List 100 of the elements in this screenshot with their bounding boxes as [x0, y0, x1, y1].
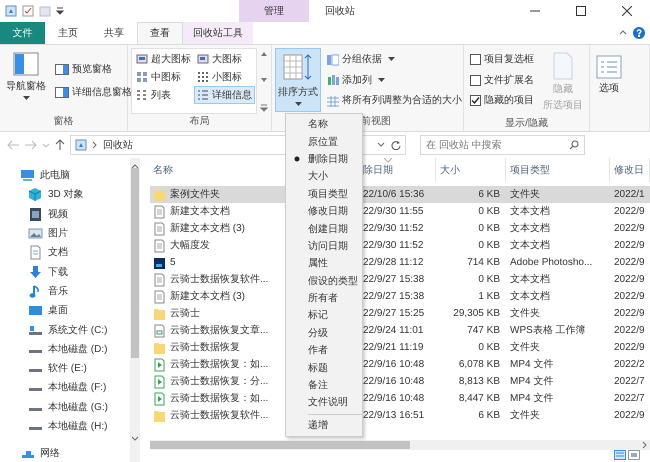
details-icon [197, 89, 209, 101]
refresh-icon[interactable] [391, 140, 401, 150]
close-icon[interactable] [622, 6, 632, 16]
column-header[interactable]: 大小 [436, 158, 506, 182]
nav-item[interactable]: 软件 (E:) [0, 358, 87, 378]
ribbon-tab[interactable]: 查看 [137, 22, 183, 44]
view-command-button[interactable]: 将所有列调整为合适的大小 [324, 92, 465, 110]
nav-item[interactable]: 桌面 [0, 301, 68, 320]
large-icons-view-icon[interactable] [628, 450, 640, 460]
ribbon-tab[interactable]: 回收站工具 [183, 22, 253, 44]
menu-item[interactable]: 文件说明 [286, 394, 362, 412]
menu-item[interactable]: 名称 [286, 116, 362, 134]
checkbox[interactable] [470, 95, 481, 106]
details-view-icon[interactable] [614, 450, 626, 460]
layout-option[interactable]: 中图标 [133, 68, 194, 86]
file-name: 云骑士数据恢复 [170, 340, 240, 355]
view-command-button[interactable]: 添加列 [324, 71, 388, 89]
file-name-cell[interactable]: 云骑士数据恢复：分... [150, 373, 283, 390]
file-name-cell[interactable]: 云骑士数据恢复文章... [150, 322, 283, 339]
layout-option[interactable]: 列表 [133, 86, 194, 104]
nav-item[interactable]: 视频 [0, 204, 68, 224]
nav-item[interactable]: 下载 [0, 262, 68, 282]
options-button[interactable]: 选项 [593, 48, 625, 114]
menu-item[interactable]: 原位置 [286, 133, 362, 151]
column-header[interactable]: 修改日 [610, 158, 650, 182]
scroll-down-icon[interactable] [260, 77, 268, 83]
horizontal-scrollbar[interactable] [150, 440, 650, 450]
file-name-cell[interactable]: 新建文本文档 [150, 203, 283, 220]
vertical-scrollbar[interactable] [130, 158, 140, 462]
ribbon-tab[interactable]: 文件 [0, 22, 45, 44]
nav-item[interactable]: 系统文件 (C:) [0, 320, 108, 340]
menu-item[interactable]: 修改日期 [286, 202, 362, 220]
drive-icon [29, 350, 42, 353]
context-tab-group-label: 管理 [264, 4, 284, 18]
view-command-button[interactable]: 分组依据 [324, 50, 398, 68]
menu-item[interactable]: 访问日期 [286, 238, 362, 256]
file-name-cell[interactable]: 新建文本文档 (3) [150, 288, 283, 305]
file-name-cell[interactable]: 云骑士数据恢复软件... [150, 271, 283, 288]
help-icon[interactable] [633, 27, 645, 39]
menu-item[interactable]: 备注 [286, 376, 362, 394]
checkbox-option[interactable]: 文件扩展名 [467, 71, 537, 89]
file-name-cell[interactable]: 云骑士数据恢复 [150, 339, 283, 356]
column-header[interactable]: 项目类型 [506, 158, 610, 182]
nav-item[interactable]: 本地磁盘 (F:) [0, 378, 106, 398]
up-icon[interactable] [54, 139, 66, 151]
file-name: 云骑士数据恢复：如... [170, 392, 268, 406]
nav-item[interactable]: 此电脑 [0, 166, 70, 186]
table-cell-text: 22/9/16 10:48 [362, 375, 426, 389]
file-name-cell[interactable]: 大幅度发 [150, 237, 283, 254]
properties-icon[interactable] [22, 5, 34, 17]
table-cell-text: 0 KB [477, 341, 501, 355]
table-cell-text: 22/9/28 11:12 [362, 256, 424, 270]
search-field[interactable]: 在 回收站 中搜索 [420, 135, 585, 155]
table-cell-text: 747 KB [466, 324, 501, 338]
table-cell-text: 8,813 KB [458, 375, 501, 389]
table-cell-text: 文本文档 [509, 222, 551, 236]
nav-item[interactable]: 文档 [0, 243, 68, 262]
ribbon-tab[interactable]: 共享 [91, 22, 137, 44]
checkbox-option[interactable]: 项目复选框 [467, 50, 537, 68]
layout-option[interactable]: 大图标 [194, 50, 255, 68]
nav-item[interactable]: 本地磁盘 (G:) [0, 398, 108, 417]
recycle-bin-icon[interactable] [5, 5, 17, 17]
ribbon-tab[interactable]: 主页 [45, 22, 91, 44]
nav-item[interactable]: 网络 [0, 444, 60, 462]
nav-item[interactable]: 音乐 [0, 282, 68, 302]
menu-item[interactable]: 项目类型 [286, 186, 362, 203]
checkbox[interactable] [470, 54, 481, 65]
nav-item[interactable]: 本地磁盘 (H:) [0, 416, 108, 436]
recycle-bin-icon [75, 139, 87, 151]
layout-option[interactable]: 详细信息 [194, 86, 255, 104]
menu-item[interactable]: 所有者 [286, 290, 362, 308]
search-icon [569, 140, 579, 150]
maximize-icon[interactable] [576, 6, 586, 16]
layout-option[interactable]: 超大图标 [133, 50, 194, 68]
menu-item[interactable]: 创建日期 [286, 220, 362, 238]
nav-item[interactable]: 本地磁盘 (D:) [0, 340, 108, 359]
file-name-cell[interactable]: 5 [150, 254, 283, 271]
menu-item[interactable]: 递增 [286, 416, 362, 434]
menu-item[interactable]: 标记 [286, 307, 362, 325]
navigation-pane-button[interactable]: 导航窗格 [3, 48, 49, 114]
layout-option[interactable]: 小图标 [194, 68, 255, 86]
file-name-cell[interactable]: 云骑士 [150, 305, 283, 322]
menu-item[interactable]: 分级 [286, 324, 362, 342]
sort-by-button[interactable]: 排序方式 [275, 48, 321, 112]
menu-item[interactable]: 假设的类型 [286, 272, 362, 290]
scroll-up-icon[interactable] [260, 50, 268, 56]
customize-toolbar-icon[interactable] [56, 6, 64, 16]
file-name-cell[interactable]: 云骑士数据恢复：如... [150, 356, 283, 373]
menu-item[interactable]: 标题 [286, 359, 362, 377]
nav-item[interactable]: 3D 对象 [0, 185, 84, 205]
menu-item[interactable]: 作者 [286, 342, 362, 360]
more-icon[interactable] [260, 104, 268, 112]
menu-item[interactable]: 属性 [286, 255, 362, 273]
file-name-cell[interactable]: 云骑士数据恢复软件... [150, 407, 283, 424]
checkbox-option[interactable]: 隐藏的项目 [467, 92, 537, 110]
nav-item[interactable]: 图片 [0, 224, 68, 244]
file-name: 新建文本文档 (3) [170, 222, 245, 236]
file-name-cell[interactable]: 云骑士数据恢复：如... [150, 390, 283, 407]
checkbox[interactable] [470, 74, 481, 86]
file-name-cell[interactable]: 新建文本文档 (3) [150, 220, 283, 237]
